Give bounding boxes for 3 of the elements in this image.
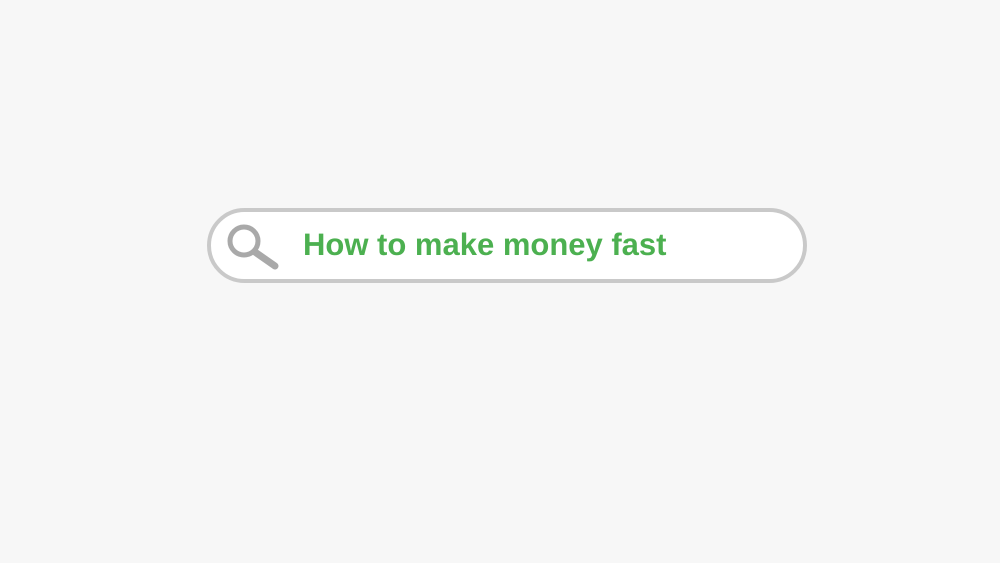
search-icon [225,222,281,270]
search-field[interactable]: How to make money fast [207,208,807,283]
search-input[interactable]: How to make money fast [303,222,803,269]
